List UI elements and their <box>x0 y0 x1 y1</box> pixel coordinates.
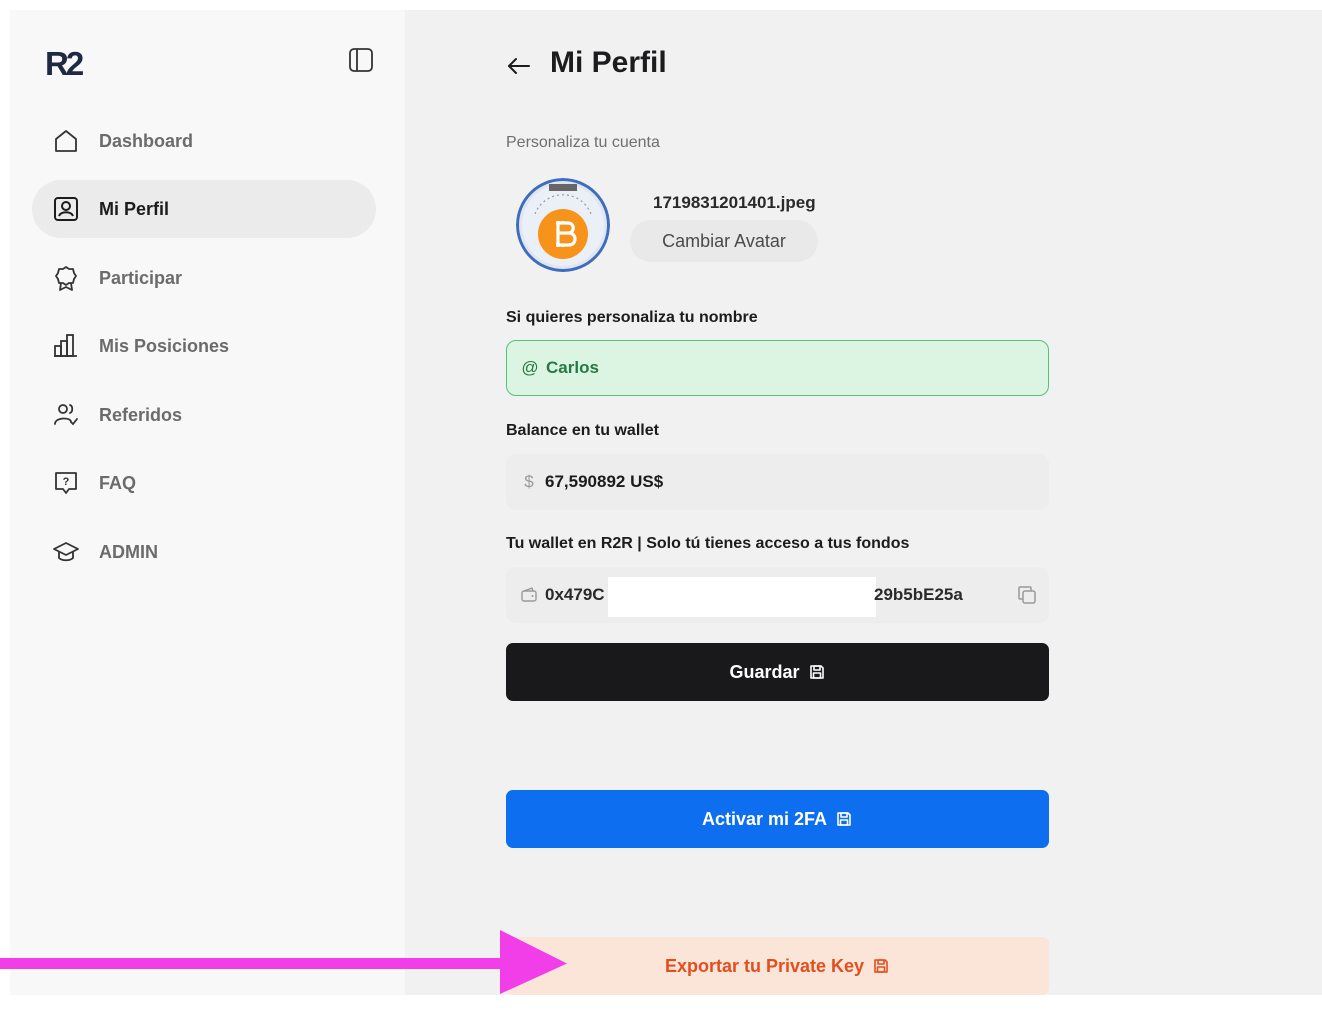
activate-2fa-button[interactable]: Activar mi 2FA <box>506 790 1049 848</box>
export-private-key-button[interactable]: Exportar tu Private Key <box>506 937 1049 995</box>
at-sign-icon: @ <box>521 358 539 377</box>
users-check-icon <box>52 401 80 429</box>
sidebar-item-mis-posiciones[interactable]: Mis Posiciones <box>32 317 376 375</box>
floppy-icon <box>874 959 888 973</box>
balance-input[interactable] <box>545 472 965 492</box>
redaction-box <box>608 577 876 617</box>
export-key-label: Exportar tu Private Key <box>664 955 865 976</box>
sidebar-toggle-icon[interactable] <box>347 46 375 74</box>
save-button-label: Guardar <box>729 661 800 682</box>
wallet-field-label: Tu wallet en R2R | Solo tú tienes acceso… <box>506 535 910 552</box>
annotation-arrow-icon <box>0 930 567 994</box>
wallet-address-start: 0x479C <box>545 585 605 604</box>
floppy-icon <box>809 665 824 679</box>
profile-icon <box>52 195 80 223</box>
sidebar-item-label: ADMIN <box>99 541 158 562</box>
wallet-field: 0x479C 29b5bE25a <box>506 567 1049 623</box>
sidebar-item-dashboard[interactable]: Dashboard <box>32 112 376 170</box>
sidebar-item-mi-perfil[interactable]: Mi Perfil <box>32 180 376 238</box>
svg-text:R2: R2 <box>45 46 84 78</box>
sidebar: R2 Dashboard Mi Perfil Participar Mis Po… <box>10 10 405 1009</box>
dollar-icon: $ <box>524 472 534 491</box>
balance-field: $ <box>506 454 1049 510</box>
app-window: R2 Dashboard Mi Perfil Participar Mis Po… <box>10 10 1322 1009</box>
name-field: @ <box>506 340 1049 396</box>
award-icon <box>52 264 80 292</box>
name-field-label: Si quieres personaliza tu nombre <box>506 309 758 326</box>
sidebar-item-label: Mis Posiciones <box>99 335 230 356</box>
svg-text:?: ? <box>63 476 70 488</box>
copy-icon[interactable] <box>1015 583 1039 607</box>
sidebar-item-label: Referidos <box>99 404 183 425</box>
sidebar-item-referidos[interactable]: Referidos <box>32 386 376 444</box>
sidebar-item-label: Mi Perfil <box>99 198 170 219</box>
bar-chart-icon <box>52 332 80 360</box>
save-button[interactable]: Guardar <box>506 643 1049 701</box>
sidebar-item-label: FAQ <box>99 472 137 493</box>
sidebar-item-participar[interactable]: Participar <box>32 249 376 307</box>
home-icon <box>52 127 80 155</box>
sidebar-item-label: Participar <box>99 267 183 288</box>
page-title: Mi Perfil <box>550 46 667 79</box>
floppy-icon <box>837 812 851 826</box>
name-input[interactable] <box>546 358 966 378</box>
wallet-icon <box>518 586 540 604</box>
section-subtitle: Personaliza tu cuenta <box>506 134 660 151</box>
sidebar-item-admin[interactable]: ADMIN <box>32 523 376 581</box>
profile-page: Mi Perfil Personaliza tu cuenta 17198312… <box>405 10 1322 1009</box>
avatar <box>516 178 610 272</box>
back-arrow-icon[interactable] <box>505 52 533 80</box>
balance-field-label: Balance en tu wallet <box>506 422 659 439</box>
change-avatar-button[interactable]: Cambiar Avatar <box>630 220 818 262</box>
avatar-filename: 1719831201401.jpeg <box>653 193 816 212</box>
activate-2fa-label: Activar mi 2FA <box>701 808 828 829</box>
graduation-cap-icon <box>52 538 80 566</box>
wallet-address-end: 29b5bE25a <box>874 585 963 604</box>
r2-logo: R2 <box>45 46 87 78</box>
help-icon: ? <box>52 469 80 497</box>
sidebar-item-faq[interactable]: ? FAQ <box>32 454 376 512</box>
sidebar-item-label: Dashboard <box>99 130 194 151</box>
